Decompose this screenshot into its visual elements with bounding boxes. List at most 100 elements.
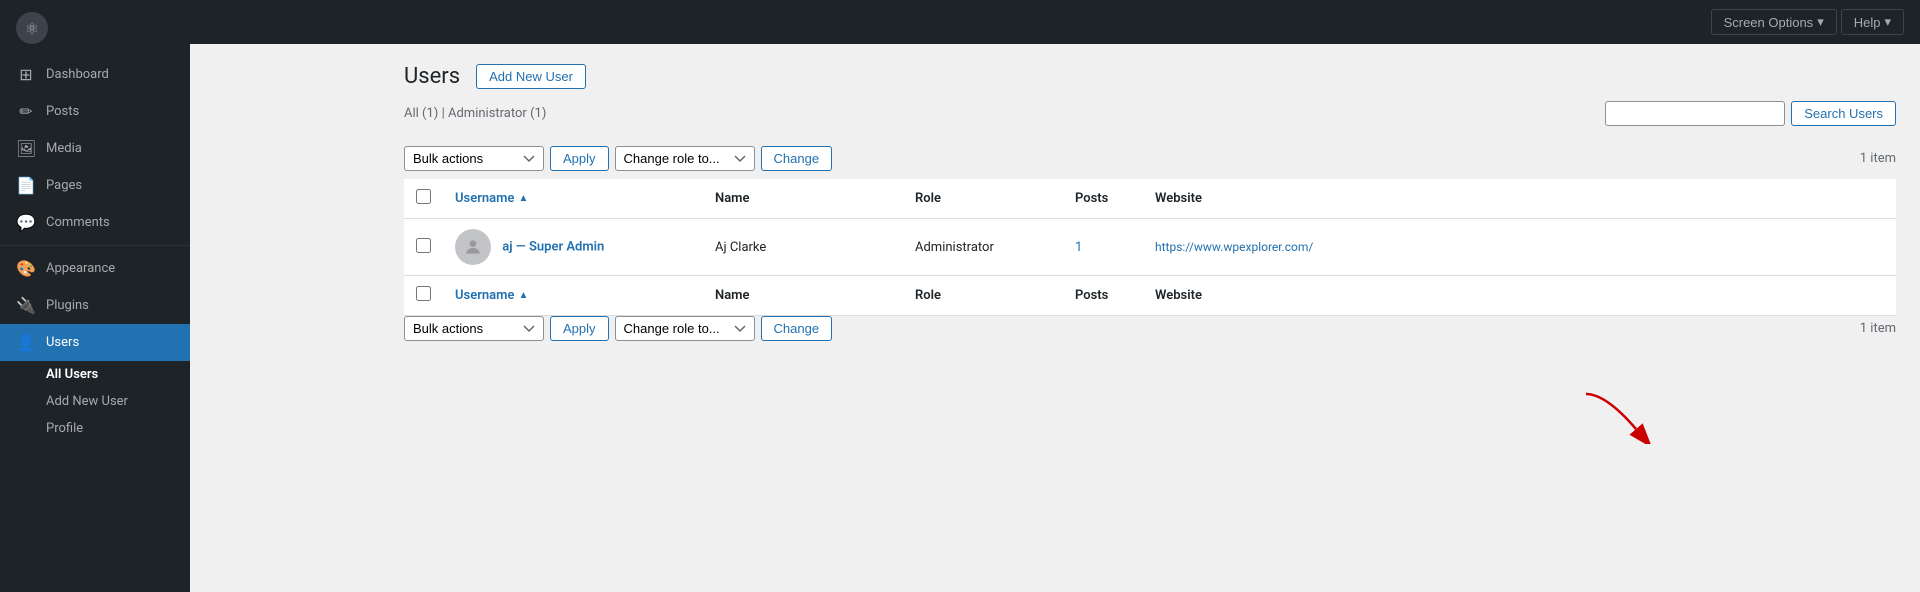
chevron-down-icon: ▾ [1884, 14, 1891, 30]
sidebar-logo: ⚛ [0, 0, 190, 56]
select-all-checkbox[interactable] [416, 189, 431, 204]
filter-admin-link[interactable]: Administrator (1) [448, 106, 546, 121]
row-name-cell: Aj Clarke [703, 219, 903, 276]
sidebar-item-label: Posts [46, 104, 79, 119]
header-name-col: Name [703, 179, 903, 219]
sidebar-sub-all-users[interactable]: All Users [0, 361, 190, 388]
top-item-count: 1 item [1860, 151, 1896, 166]
topbar: Screen Options ▾ Help ▾ [190, 0, 1920, 44]
bottom-change-role-select[interactable]: Change role to... [615, 316, 755, 341]
bottom-bulk-actions-select[interactable]: Bulk actions [404, 316, 544, 341]
footer-posts-col: Posts [1063, 276, 1143, 316]
row-checkbox-cell [404, 219, 443, 276]
sidebar-item-label: Appearance [46, 261, 115, 276]
sidebar-item-users[interactable]: 👤 Users [0, 324, 190, 361]
plugins-icon: 🔌 [16, 296, 36, 315]
website-link[interactable]: https://www.wpexplorer.com/ [1155, 240, 1313, 254]
wordpress-logo: ⚛ [16, 12, 48, 44]
header-posts-col: Posts [1063, 179, 1143, 219]
username-header-label: Username [455, 191, 514, 206]
top-actions-bar: Bulk actions Apply Change role to... Cha… [404, 146, 1896, 171]
sort-icon-footer: ▲ [518, 290, 528, 301]
avatar [455, 229, 491, 265]
footer-role-col: Role [903, 276, 1063, 316]
sidebar-sub-profile[interactable]: Profile [0, 415, 190, 442]
screen-options-button[interactable]: Screen Options ▾ [1711, 9, 1837, 35]
help-label: Help [1854, 15, 1881, 30]
bottom-apply-button[interactable]: Apply [550, 316, 609, 341]
bottom-actions-bar: Bulk actions Apply Change role to... Cha… [404, 316, 1896, 341]
top-change-role-select[interactable]: Change role to... [615, 146, 755, 171]
sidebar-item-label: Plugins [46, 298, 89, 313]
sidebar-item-posts[interactable]: ✏ Posts [0, 93, 190, 130]
filter-all-count: (1) [422, 106, 438, 121]
sidebar-item-comments[interactable]: 💬 Comments [0, 204, 190, 241]
header-checkbox-col [404, 179, 443, 219]
table-footer-row: Username ▲ Name Role Posts Website [404, 276, 1896, 316]
sidebar-item-label: Pages [46, 178, 82, 193]
add-new-user-button[interactable]: Add New User [476, 64, 586, 89]
row-checkbox[interactable] [416, 238, 431, 253]
search-bar: Search Users [1605, 101, 1896, 126]
users-icon: 👤 [16, 333, 36, 352]
dashboard-icon: ⊞ [16, 65, 36, 84]
sidebar-item-pages[interactable]: 📄 Pages [0, 167, 190, 204]
bottom-change-button[interactable]: Change [761, 316, 833, 341]
sidebar-item-label: Dashboard [46, 67, 109, 82]
filter-all-label: All [404, 106, 419, 121]
username-link[interactable]: aj — Super Admin [502, 239, 604, 254]
filter-admin-label: Administrator [448, 106, 527, 121]
pages-icon: 📄 [16, 176, 36, 195]
search-users-input[interactable] [1605, 101, 1785, 126]
top-bulk-actions-select[interactable]: Bulk actions [404, 146, 544, 171]
select-all-footer-checkbox[interactable] [416, 286, 431, 301]
sidebar-item-media[interactable]: 🖼 Media [0, 130, 190, 167]
bottom-actions-left: Bulk actions Apply Change role to... Cha… [404, 316, 832, 341]
posts-icon: ✏ [16, 102, 36, 121]
chevron-down-icon: ▾ [1817, 14, 1824, 30]
sort-username-footer-link[interactable]: Username ▲ [455, 288, 528, 303]
sidebar-item-plugins[interactable]: 🔌 Plugins [0, 287, 190, 324]
main-content: Users Add New User All (1) | Administrat… [380, 44, 1920, 592]
sidebar-item-appearance[interactable]: 🎨 Appearance [0, 250, 190, 287]
sort-icon: ▲ [518, 193, 528, 204]
footer-checkbox-col [404, 276, 443, 316]
comments-icon: 💬 [16, 213, 36, 232]
sort-username-link[interactable]: Username ▲ [455, 191, 528, 206]
sidebar-separator [0, 245, 190, 246]
row-posts-cell: 1 [1063, 219, 1143, 276]
sidebar-item-label: Comments [46, 215, 110, 230]
sidebar-item-label: Users [46, 335, 79, 350]
search-users-button[interactable]: Search Users [1791, 101, 1896, 126]
top-actions-left: Bulk actions Apply Change role to... Cha… [404, 146, 832, 171]
sidebar-sub-add-new-user[interactable]: Add New User [0, 388, 190, 415]
sidebar-item-dashboard[interactable]: ⊞ Dashboard [0, 56, 190, 93]
filter-all-link[interactable]: All (1) [404, 106, 442, 121]
sidebar: ⚛ ⊞ Dashboard ✏ Posts 🖼 Media 📄 Pages 💬 … [0, 0, 190, 592]
footer-username-col: Username ▲ [443, 276, 703, 316]
users-table: Username ▲ Name Role Posts Website [404, 179, 1896, 316]
top-apply-button[interactable]: Apply [550, 146, 609, 171]
arrow-annotation [1576, 384, 1656, 448]
table-header-row: Username ▲ Name Role Posts Website [404, 179, 1896, 219]
header-role-col: Role [903, 179, 1063, 219]
row-username-cell: aj — Super Admin [443, 219, 703, 276]
row-role-cell: Administrator [903, 219, 1063, 276]
page-title: Users [404, 64, 460, 89]
footer-name-col: Name [703, 276, 903, 316]
header-website-col: Website [1143, 179, 1896, 219]
help-button[interactable]: Help ▾ [1841, 9, 1904, 35]
appearance-icon: 🎨 [16, 259, 36, 278]
posts-link[interactable]: 1 [1075, 240, 1082, 255]
top-change-button[interactable]: Change [761, 146, 833, 171]
page-header: Users Add New User [404, 64, 1896, 89]
filter-links: All (1) | Administrator (1) [404, 106, 546, 121]
media-icon: 🖼 [16, 139, 36, 158]
bottom-item-count: 1 item [1860, 321, 1896, 336]
filter-admin-count: (1) [530, 106, 546, 121]
screen-options-label: Screen Options [1724, 15, 1814, 30]
username-footer-label: Username [455, 288, 514, 303]
sidebar-submenu-users: All Users Add New User Profile [0, 361, 190, 442]
table-row: aj — Super Admin Aj Clarke Administrator… [404, 219, 1896, 276]
footer-website-col: Website [1143, 276, 1896, 316]
